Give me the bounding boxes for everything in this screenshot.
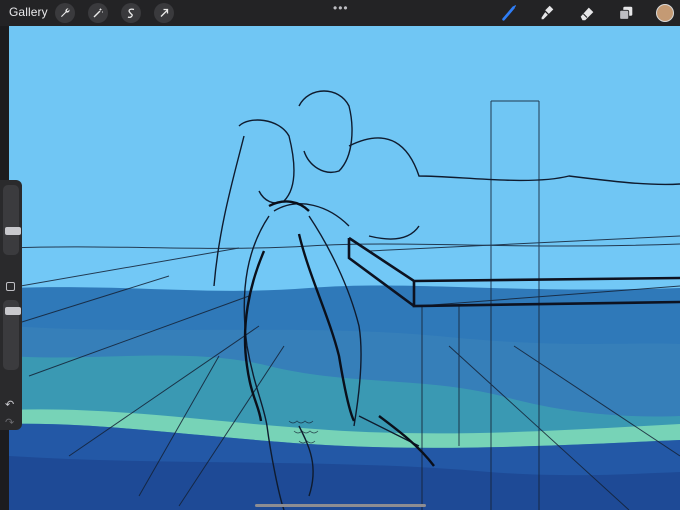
brush-size-slider[interactable] [3,185,21,255]
layers-button[interactable] [615,3,637,23]
eraser-tool-button[interactable] [576,3,598,23]
top-toolbar: Gallery ••• [0,0,680,26]
redo-button[interactable]: ↷ [5,416,14,429]
opacity-knob[interactable] [5,307,21,315]
artwork [9,26,680,510]
gallery-button[interactable]: Gallery [9,5,48,19]
home-indicator [255,504,426,507]
brush-tool-button[interactable] [498,3,520,23]
undo-button[interactable]: ↶ [5,398,14,411]
magic-wand-icon [93,8,103,18]
transform-button[interactable] [154,3,174,23]
selection-icon [127,8,135,18]
transform-arrow-icon [160,8,169,17]
brush-size-knob[interactable] [5,227,21,235]
wrench-icon [61,8,70,17]
modify-button[interactable] [6,282,15,291]
eraser-icon [580,7,594,21]
color-picker-button[interactable] [656,4,674,22]
adjustments-button[interactable] [88,3,108,23]
opacity-slider[interactable] [3,300,21,370]
layers-icon [619,6,633,20]
brush-icon [502,5,516,21]
smudge-icon [541,5,554,20]
smudge-tool-button[interactable] [536,3,558,23]
sidebar: ↶ ↷ [0,180,22,430]
selection-button[interactable] [121,3,141,23]
actions-wrench-button[interactable] [55,3,75,23]
drawing-canvas[interactable] [9,26,680,510]
more-options-button[interactable]: ••• [333,1,349,15]
